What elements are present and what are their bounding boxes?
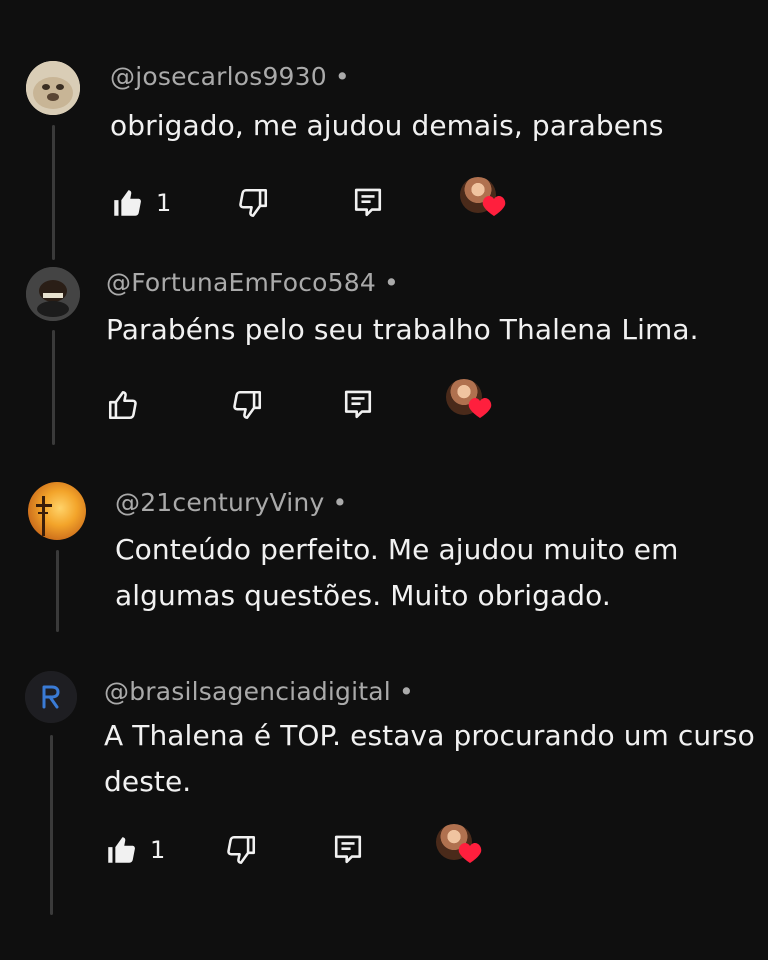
username[interactable]: @FortunaEmFoco584 <box>106 268 376 297</box>
thumbs-up-filled-icon <box>114 190 141 216</box>
thumbs-up-filled-icon <box>108 837 135 863</box>
reply-button[interactable] <box>332 828 364 872</box>
heart-icon <box>482 196 506 216</box>
comment-meta: @FortunaEmFoco584 • <box>106 268 399 297</box>
comment-text-line: Parabéns pelo seu trabalho Thalena Lima. <box>106 313 699 346</box>
comment-text-line: Conteúdo perfeito. Me ajudou muito em <box>115 533 679 566</box>
comment-text-line: deste. <box>104 765 192 798</box>
comment-text: Conteúdo perfeito. Me ajudou muito em al… <box>115 527 679 619</box>
creator-heart <box>446 379 492 423</box>
separator-dot: • <box>398 677 414 706</box>
dislike-button[interactable] <box>230 383 264 427</box>
avatar[interactable] <box>26 61 80 115</box>
reply-button[interactable] <box>342 383 374 427</box>
sunset-avatar-icon <box>28 482 86 540</box>
comment-actions: 1 <box>110 177 530 225</box>
cartoon-avatar-icon <box>26 267 80 321</box>
thumbs-down-outline-icon <box>239 188 268 218</box>
reply-button[interactable] <box>352 181 384 225</box>
like-button[interactable]: 1 <box>110 181 171 225</box>
thumbs-down-outline-icon <box>233 390 262 420</box>
comment-reply-icon <box>354 188 382 217</box>
avatar[interactable] <box>28 482 86 540</box>
comment-meta: @brasilsagenciadigital • <box>104 677 414 706</box>
separator-dot: • <box>334 62 350 91</box>
thread-line <box>50 735 53 915</box>
username[interactable]: @josecarlos9930 <box>110 62 327 91</box>
thumbs-down-outline-icon <box>227 835 256 865</box>
comment-meta: @josecarlos9930 • <box>110 62 350 91</box>
comment-text-line: obrigado, me ajudou demais, parabens <box>110 109 664 142</box>
like-button[interactable] <box>106 383 140 427</box>
comment-actions: 1 <box>104 824 524 872</box>
brand-logo-icon <box>25 671 77 723</box>
thumbs-up-outline-icon <box>108 390 137 420</box>
thread-line <box>52 125 55 260</box>
like-count: 1 <box>150 836 166 864</box>
thread-line <box>56 550 59 632</box>
dislike-button[interactable] <box>224 828 258 872</box>
separator-dot: • <box>383 268 399 297</box>
like-button[interactable]: 1 <box>104 828 165 872</box>
comment-text: Parabéns pelo seu trabalho Thalena Lima. <box>106 307 699 353</box>
creator-heart <box>460 177 506 221</box>
username[interactable]: @brasilsagenciadigital <box>104 677 391 706</box>
comment-text-line: algumas questões. Muito obrigado. <box>115 579 611 612</box>
dog-avatar-icon <box>26 61 80 115</box>
separator-dot: • <box>332 488 348 517</box>
username[interactable]: @21centuryViny <box>115 488 324 517</box>
comment-text: A Thalena é TOP. estava procurando um cu… <box>104 713 755 805</box>
comment-text-line: A Thalena é TOP. estava procurando um cu… <box>104 719 755 752</box>
like-count: 1 <box>156 189 172 217</box>
heart-icon <box>468 398 492 418</box>
creator-heart <box>436 824 482 868</box>
comment-text: obrigado, me ajudou demais, parabens <box>110 103 664 149</box>
dislike-button[interactable] <box>236 181 270 225</box>
comment-reply-icon <box>344 390 372 419</box>
heart-icon <box>458 843 482 863</box>
thread-line <box>52 330 55 445</box>
comment-reply-icon <box>334 835 362 864</box>
avatar[interactable] <box>25 671 77 723</box>
avatar[interactable] <box>26 267 80 321</box>
comment-meta: @21centuryViny • <box>115 488 347 517</box>
comment-actions <box>106 379 526 427</box>
